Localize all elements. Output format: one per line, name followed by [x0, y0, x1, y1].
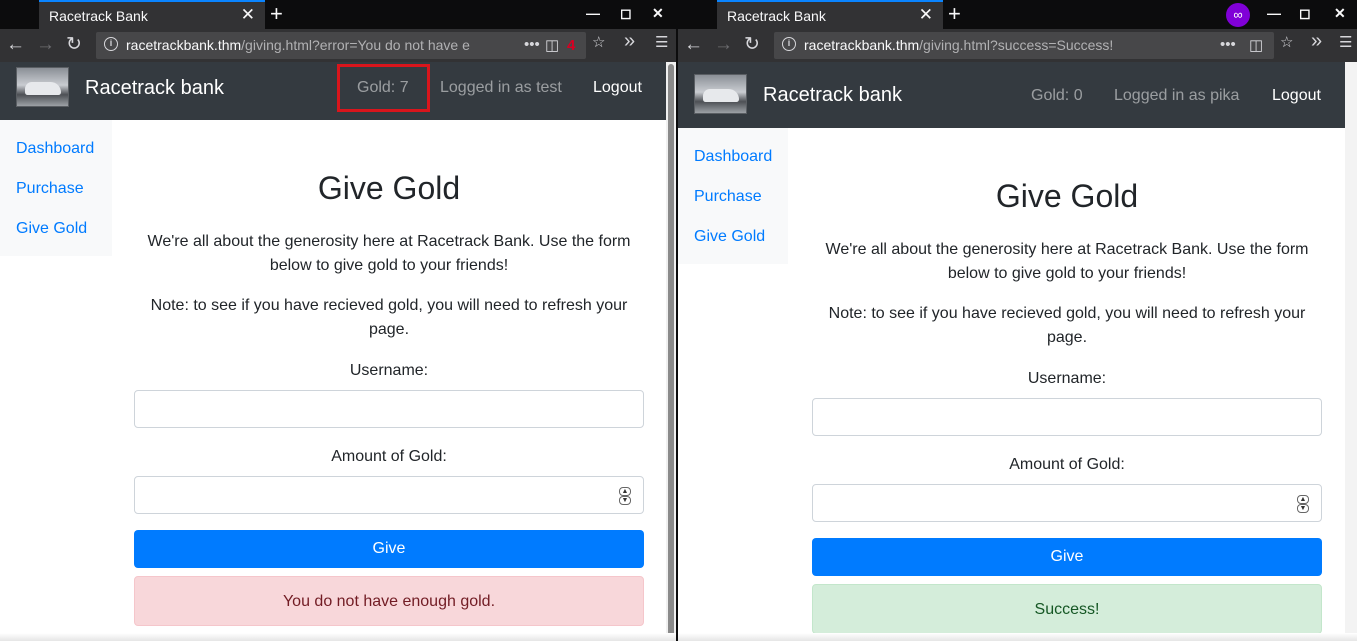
sidebar-item-give-gold[interactable]: Give Gold [16, 220, 87, 238]
give-gold-panel: Give Gold We're all about the generosity… [134, 170, 644, 465]
browser-tab[interactable]: Racetrack Bank ✕ [717, 0, 943, 29]
forward-icon[interactable]: → [36, 34, 55, 56]
intro-text: We're all about the generosity here at R… [147, 233, 631, 274]
give-button[interactable]: Give [134, 530, 644, 568]
stepper-up-icon[interactable]: ▲ [1297, 495, 1309, 504]
site-info-icon[interactable]: i [782, 37, 796, 51]
reload-icon[interactable]: ↻ [744, 34, 760, 56]
window-close-icon[interactable]: ✕ [652, 5, 664, 22]
intro-text: We're all about the generosity here at R… [825, 241, 1309, 282]
scrollbar-track[interactable] [1345, 62, 1357, 641]
sidebar: Dashboard Purchase Give Gold [0, 120, 112, 256]
sidebar: Dashboard Purchase Give Gold [678, 128, 788, 264]
tab-close-icon[interactable]: ✕ [919, 6, 933, 24]
username-input[interactable] [812, 398, 1322, 436]
browser-window-right: Racetrack Bank ✕ + ∞ — ◻ ✕ ← → ↻ i racet… [678, 0, 1357, 641]
amount-stepper[interactable]: ▲ ▼ [619, 487, 631, 505]
brand-name[interactable]: Racetrack bank [85, 77, 224, 100]
site-info-icon[interactable]: i [104, 37, 118, 51]
stepper-down-icon[interactable]: ▼ [619, 496, 631, 505]
minimize-icon[interactable]: — [586, 5, 600, 21]
scrollbar-thumb[interactable] [668, 64, 674, 637]
pocket-icon[interactable]: ◫ [545, 36, 559, 54]
browser-tab[interactable]: Racetrack Bank ✕ [39, 0, 265, 29]
url-path: /giving.html?error=You do not have e [241, 37, 470, 53]
page-bottom-edge [0, 633, 676, 641]
url-host: racetrackbank.thm [804, 37, 920, 53]
new-tab-icon[interactable]: + [270, 2, 283, 26]
error-alert: You do not have enough gold. [134, 576, 644, 626]
private-browsing-icon: ∞ [1226, 3, 1250, 27]
page-title: Give Gold [995, 178, 1139, 214]
give-button[interactable]: Give [812, 538, 1322, 576]
url-host: racetrackbank.thm [126, 37, 242, 53]
app-navbar: Racetrack bank Gold: 7 Logged in as test… [0, 62, 676, 120]
tab-strip: Racetrack Bank ✕ + — ◻ ✕ [0, 0, 676, 29]
new-tab-icon[interactable]: + [948, 2, 961, 26]
overflow-icon[interactable]: » [1311, 30, 1322, 53]
overflow-icon[interactable]: » [624, 30, 635, 53]
url-bar[interactable]: i racetrackbank.thm/giving.html?error=Yo… [96, 32, 586, 59]
note-text: Note: to see if you have recieved gold, … [150, 297, 628, 338]
amount-label: Amount of Gold: [331, 448, 447, 465]
sidebar-item-dashboard[interactable]: Dashboard [694, 148, 772, 166]
username-label: Username: [1027, 370, 1107, 387]
brand-logo[interactable] [16, 67, 69, 107]
logged-in-user: Logged in as pika [1114, 87, 1240, 104]
page-title: Give Gold [317, 170, 461, 206]
menu-icon[interactable]: ☰ [655, 33, 668, 51]
tab-title: Racetrack Bank [49, 8, 148, 24]
reload-icon[interactable]: ↻ [66, 34, 82, 56]
app-navbar: Racetrack bank Gold: 0 Logged in as pika… [678, 62, 1357, 128]
success-alert: Success! [812, 584, 1322, 634]
logged-in-user: Logged in as test [440, 79, 562, 96]
bookmark-star-icon[interactable]: ☆ [1280, 33, 1293, 51]
brand-name[interactable]: Racetrack bank [763, 84, 902, 107]
page-bottom-edge [678, 633, 1357, 641]
page-actions-icon[interactable]: ••• [520, 36, 540, 53]
amount-label: Amount of Gold: [1009, 456, 1125, 473]
highlight-box [337, 64, 430, 112]
logout-link[interactable]: Logout [593, 79, 642, 97]
brand-logo[interactable] [694, 74, 747, 114]
pocket-icon[interactable]: ◫ [1249, 36, 1263, 54]
page-actions-icon[interactable]: ••• [1220, 36, 1236, 53]
note-text: Note: to see if you have recieved gold, … [828, 305, 1306, 346]
window-close-icon[interactable]: ✕ [1334, 5, 1346, 22]
sidebar-item-dashboard[interactable]: Dashboard [16, 140, 94, 158]
nav-toolbar: ← → ↻ i racetrackbank.thm/giving.html?er… [0, 29, 676, 62]
amount-stepper[interactable]: ▲ ▼ [1297, 495, 1309, 513]
forward-icon[interactable]: → [714, 34, 733, 56]
back-icon[interactable]: ← [684, 34, 703, 56]
give-gold-panel: Give Gold We're all about the generosity… [812, 178, 1322, 473]
logout-link[interactable]: Logout [1272, 87, 1321, 105]
back-icon[interactable]: ← [6, 34, 25, 56]
amount-input[interactable]: ▲ ▼ [812, 484, 1322, 522]
username-label: Username: [349, 362, 429, 379]
tab-close-icon[interactable]: ✕ [241, 6, 255, 24]
nav-toolbar: ← → ↻ i racetrackbank.thm/giving.html?su… [678, 29, 1357, 62]
maximize-icon[interactable]: ◻ [1299, 5, 1311, 22]
url-path: /giving.html?success=Success! [919, 37, 1114, 53]
stepper-down-icon[interactable]: ▼ [1297, 504, 1309, 513]
tab-strip: Racetrack Bank ✕ + ∞ — ◻ ✕ [678, 0, 1357, 29]
sidebar-item-purchase[interactable]: Purchase [694, 188, 762, 206]
bookmark-star-icon[interactable]: ☆ [592, 33, 605, 51]
sidebar-item-give-gold[interactable]: Give Gold [694, 228, 765, 246]
username-input[interactable] [134, 390, 644, 428]
tab-title: Racetrack Bank [727, 8, 826, 24]
browser-window-left: Racetrack Bank ✕ + — ◻ ✕ ← → ↻ i racetra… [0, 0, 676, 641]
sidebar-item-purchase[interactable]: Purchase [16, 180, 84, 198]
maximize-icon[interactable]: ◻ [620, 5, 632, 22]
menu-icon[interactable]: ☰ [1339, 33, 1352, 51]
amount-input[interactable]: ▲ ▼ [134, 476, 644, 514]
gold-balance: Gold: 0 [1031, 87, 1083, 104]
url-bar[interactable]: i racetrackbank.thm/giving.html?success=… [774, 32, 1274, 59]
extension-badge[interactable]: 4 [567, 37, 575, 54]
minimize-icon[interactable]: — [1267, 5, 1281, 21]
stepper-up-icon[interactable]: ▲ [619, 487, 631, 496]
